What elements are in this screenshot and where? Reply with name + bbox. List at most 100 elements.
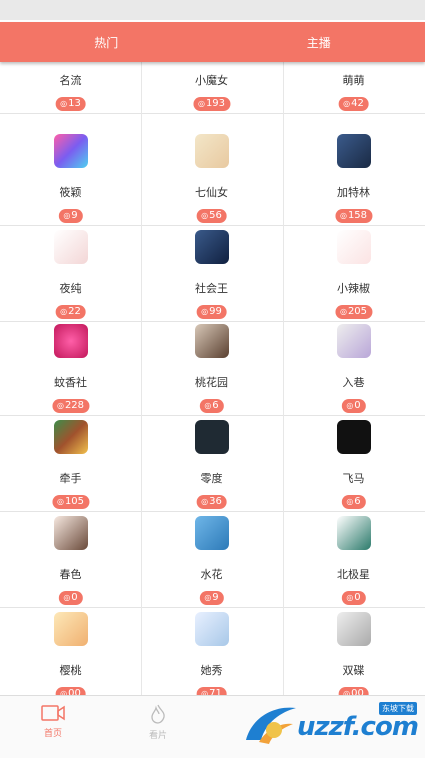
channel-card[interactable]: 入巷◎0 <box>283 320 424 416</box>
location-pin-icon: ◎ <box>60 687 67 695</box>
flame-icon <box>148 704 168 724</box>
channel-avatar <box>195 612 229 646</box>
viewer-count: 158 <box>348 209 367 223</box>
channel-name: 社会王 <box>141 280 282 296</box>
channel-avatar <box>195 420 229 454</box>
channel-name: 樱桃 <box>0 662 141 678</box>
viewer-count: 0 <box>71 591 77 605</box>
channel-card[interactable]: 夜纯 ◎22 <box>0 226 141 322</box>
channel-avatar <box>195 324 229 358</box>
viewer-count-badge: ◎71 <box>196 687 227 695</box>
viewer-count: 71 <box>209 687 222 695</box>
channel-name: 春色 <box>0 566 141 582</box>
viewer-count: 228 <box>65 399 84 413</box>
tab-anchors[interactable]: 主播 <box>213 22 425 62</box>
viewer-count: 6 <box>212 399 218 413</box>
viewer-count: 0 <box>354 399 360 413</box>
channel-avatar <box>195 134 229 168</box>
grid-row: 蚊香社◎228桃花园◎6入巷◎0 <box>0 320 425 416</box>
location-pin-icon: ◎ <box>201 495 208 509</box>
channel-avatar <box>337 324 371 358</box>
viewer-count: 00 <box>351 687 364 695</box>
channel-grid: 名流◎13小魔女◎193萌萌◎42筱颖◎9七仙女◎56加特林◎158夜纯◎22社… <box>0 38 425 695</box>
viewer-count-badge: ◎0 <box>58 591 82 605</box>
channel-card[interactable]: 樱桃 ◎00 <box>0 608 141 695</box>
channel-name: 加特林 <box>283 184 424 200</box>
channel-avatar <box>195 516 229 550</box>
channel-card[interactable]: 水花◎9 <box>141 512 282 608</box>
channel-name: 筱颖 <box>0 184 141 200</box>
channel-avatar <box>54 420 88 454</box>
location-pin-icon: ◎ <box>57 399 64 413</box>
viewer-count-badge: ◎105 <box>52 495 89 509</box>
nav-home[interactable]: 首页 <box>23 704 83 739</box>
channel-avatar <box>195 230 229 264</box>
location-pin-icon: ◎ <box>343 97 350 111</box>
viewer-count-badge: ◎205 <box>335 305 372 319</box>
viewer-count-badge: ◎228 <box>52 399 89 413</box>
channel-avatar <box>337 612 371 646</box>
channel-avatar <box>337 134 371 168</box>
channel-name: 夜纯 <box>0 280 141 296</box>
channel-name: 小辣椒 <box>283 280 424 296</box>
location-pin-icon: ◎ <box>204 591 211 605</box>
location-pin-icon: ◎ <box>201 305 208 319</box>
channel-avatar <box>54 324 88 358</box>
channel-card[interactable]: 北极星◎0 <box>283 512 424 608</box>
grid-row: 春色◎0水花◎9北极星◎0 <box>0 512 425 608</box>
channel-name: 她秀 <box>141 662 282 678</box>
channel-avatar <box>54 612 88 646</box>
channel-card[interactable]: 蚊香社◎228 <box>0 320 141 416</box>
viewer-count-badge: ◎0 <box>341 591 365 605</box>
location-pin-icon: ◎ <box>198 97 205 111</box>
status-bar <box>0 0 425 20</box>
location-pin-icon: ◎ <box>63 209 70 223</box>
channel-card[interactable]: 小辣椒 ◎205 <box>283 226 424 322</box>
column-divider <box>283 62 284 695</box>
channel-name: 飞马 <box>283 470 424 486</box>
channel-name: 水花 <box>141 566 282 582</box>
channel-card[interactable]: 春色 ◎0 <box>0 512 141 608</box>
tab-hot[interactable]: 热门 <box>0 22 213 62</box>
viewer-count-badge: ◎36 <box>196 495 227 509</box>
viewer-count-badge: ◎56 <box>196 209 227 223</box>
grid-row: 樱桃◎00她秀◎71双碟◎00 <box>0 608 425 695</box>
channel-card[interactable]: 社会王◎99 <box>141 226 282 322</box>
channel-avatar <box>337 516 371 550</box>
grid-row: 筱颖◎9七仙女◎56加特林◎158 <box>0 130 425 226</box>
viewer-count-badge: ◎6 <box>199 399 223 413</box>
watermark-stamp: 东坡下载 <box>379 702 417 715</box>
viewer-count-badge: ◎193 <box>193 97 230 111</box>
viewer-count: 22 <box>68 305 81 319</box>
channel-card[interactable]: 牵手◎105 <box>0 416 141 512</box>
viewer-count-badge: ◎0 <box>341 399 365 413</box>
channel-card[interactable]: 零度 ◎36 <box>141 416 282 512</box>
channel-avatar <box>54 516 88 550</box>
channel-avatar <box>54 134 88 168</box>
nav-movies[interactable]: 看片 <box>128 704 188 741</box>
column-divider <box>141 62 142 695</box>
channel-name: 萌萌 <box>283 72 424 88</box>
viewer-count: 00 <box>68 687 81 695</box>
grid-row: 夜纯◎22社会王◎99小辣椒◎205 <box>0 226 425 322</box>
location-pin-icon: ◎ <box>201 687 208 695</box>
location-pin-icon: ◎ <box>346 495 353 509</box>
grid-row: 牵手◎105零度◎36飞马◎6 <box>0 416 425 512</box>
channel-card[interactable]: 双碟◎00 <box>283 608 424 695</box>
viewer-count: 6 <box>354 495 360 509</box>
channel-name: 双碟 <box>283 662 424 678</box>
channel-card[interactable]: 加特林◎158 <box>283 130 424 226</box>
viewer-count: 42 <box>351 97 364 111</box>
viewer-count-badge: ◎22 <box>55 305 86 319</box>
nav-home-label: 首页 <box>44 729 62 739</box>
channel-card[interactable]: 她秀 ◎71 <box>141 608 282 695</box>
channel-avatar <box>337 230 371 264</box>
channel-card[interactable]: 筱颖◎9 <box>0 130 141 226</box>
channel-card[interactable]: 七仙女 ◎56 <box>141 130 282 226</box>
channel-name: 七仙女 <box>141 184 282 200</box>
channel-card[interactable]: 飞马 ◎6 <box>283 416 424 512</box>
viewer-count-badge: ◎42 <box>338 97 369 111</box>
channel-name: 零度 <box>141 470 282 486</box>
channel-card[interactable]: 桃花园◎6 <box>141 320 282 416</box>
watermark-text: uzzf.com <box>297 712 418 742</box>
